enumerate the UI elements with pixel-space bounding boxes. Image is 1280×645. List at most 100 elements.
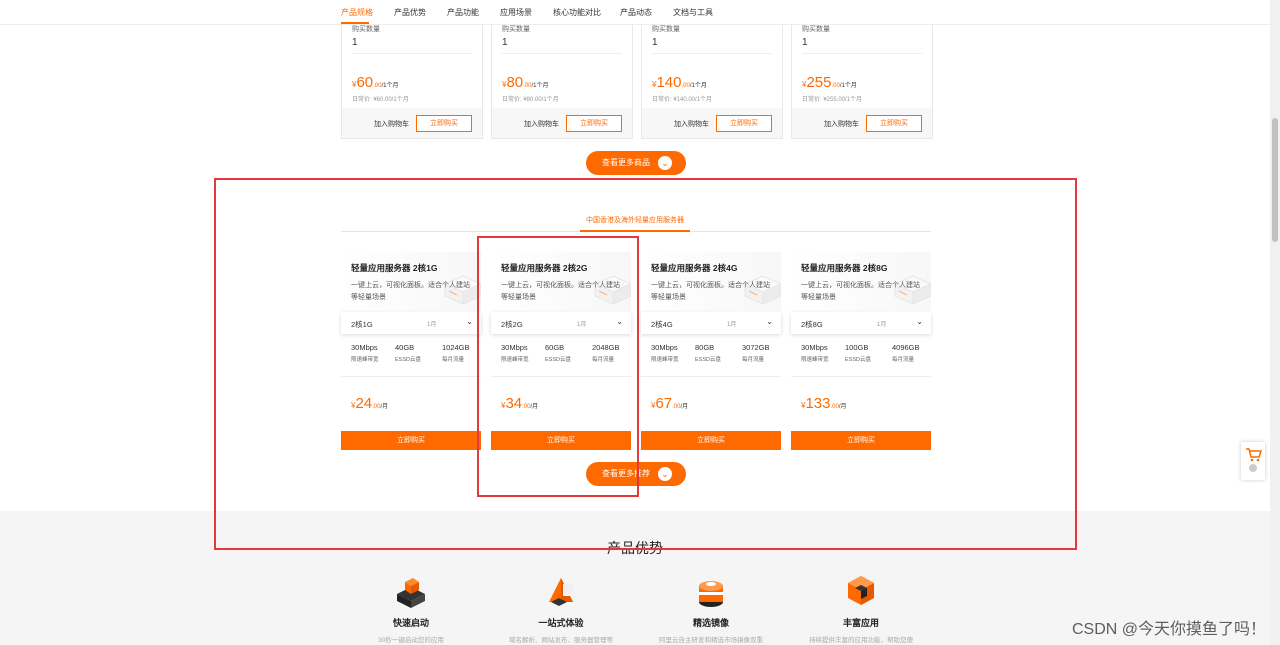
card-footer: 加入购物车 立即购买 [342, 108, 482, 138]
price-unit: /月 [838, 404, 847, 410]
price-value: 140 [656, 74, 682, 91]
add-to-cart-link[interactable]: 加入购物车 [674, 119, 709, 129]
advantage-title: 一站式体验 [538, 618, 584, 628]
tab-specs[interactable]: 产品规格 [341, 7, 373, 18]
tab-features[interactable]: 产品功能 [447, 7, 479, 18]
plan-description: 一键上云，可视化面板。适合个人建站等轻量场景 [801, 282, 920, 301]
scrollbar-track[interactable] [1270, 0, 1280, 645]
advantage-title: 快速启动 [392, 618, 429, 628]
spec-value: 30Mbps [351, 343, 378, 352]
buy-now-button[interactable]: 立即购买 [716, 115, 772, 132]
buy-now-button[interactable]: 立即购买 [491, 431, 631, 450]
original-price: 日常价: ¥140.00/1个月 [652, 97, 713, 103]
buy-now-button[interactable]: 立即购买 [416, 115, 472, 132]
config-value: 2核2G [501, 320, 523, 329]
config-value: 2核8G [801, 320, 823, 329]
chevron-down-icon: ⌄ [658, 156, 672, 170]
floating-cart[interactable] [1241, 442, 1265, 480]
buy-now-button[interactable]: 立即购买 [641, 431, 781, 450]
price-unit: /月 [680, 404, 689, 410]
tab-docs[interactable]: 文档与工具 [673, 7, 713, 18]
card-footer: 加入购物车 立即购买 [492, 108, 632, 138]
buy-now-button[interactable]: 立即购买 [566, 115, 622, 132]
add-to-cart-link[interactable]: 加入购物车 [374, 119, 409, 129]
divider [641, 376, 781, 377]
config-select[interactable]: 2核4G 1月 ⌄ [641, 312, 781, 334]
buy-now-button[interactable]: 立即购买 [791, 431, 931, 450]
price: ¥67.00/月 [651, 395, 688, 413]
spec-label: 限速峰带宽 [651, 357, 679, 363]
tab-advantages[interactable]: 产品优势 [394, 7, 426, 18]
spec-bandwidth: 30Mbps 限速峰带宽 [801, 343, 829, 363]
price: ¥24.00/月 [351, 395, 388, 413]
quantity-input[interactable]: 1 [502, 37, 508, 48]
advantage-item: 一站式体验 域名解析、网站发布、服务器管理等 [486, 572, 636, 644]
price-unit: /1个月 [689, 83, 707, 89]
period-value: 1月 [877, 322, 887, 328]
image-disk-icon [691, 572, 731, 612]
spec-label: ESSD云盘 [395, 357, 421, 363]
add-to-cart-link[interactable]: 加入购物车 [524, 119, 559, 129]
quantity-input[interactable]: 1 [352, 37, 358, 48]
spec-traffic: 4096GB 每月流量 [892, 343, 920, 363]
spec-label: 限速峰带宽 [501, 357, 529, 363]
add-to-cart-link[interactable]: 加入购物车 [824, 119, 859, 129]
original-price: 日常价: ¥255.00/1个月 [802, 97, 863, 103]
config-value: 2核4G [651, 320, 673, 329]
card-footer: 加入购物车 立即购买 [792, 108, 932, 138]
divider [502, 53, 622, 54]
spec-value: 100GB [845, 343, 869, 352]
view-more-products-button[interactable]: 查看更多商品 ⌄ [586, 151, 686, 175]
price-unit: /1个月 [531, 83, 549, 89]
price-value: 67 [655, 395, 673, 412]
rocket-cube-icon [391, 572, 431, 612]
price: ¥140.00/1个月 [652, 74, 707, 92]
buy-now-button[interactable]: 立即购买 [341, 431, 481, 450]
tab-scenarios[interactable]: 应用场景 [500, 7, 532, 18]
price-value: 255 [806, 74, 832, 91]
tab-comparison[interactable]: 核心功能对比 [553, 7, 601, 18]
config-value: 2核1G [351, 320, 373, 329]
config-select[interactable]: 2核8G 1月 ⌄ [791, 312, 931, 334]
plan-title: 轻量应用服务器 2核2G [501, 263, 588, 273]
region-tab[interactable]: 中国香港及海外轻量应用服务器 [580, 215, 690, 225]
quantity-label: 购买数量 [502, 26, 530, 33]
spec-label: 限速峰带宽 [351, 357, 379, 363]
price-value: 133 [805, 395, 831, 412]
price-value: 60 [356, 74, 374, 91]
scrollbar-thumb[interactable] [1272, 118, 1278, 242]
quantity-input[interactable]: 1 [652, 37, 658, 48]
divider [802, 53, 922, 54]
buy-now-button[interactable]: 立即购买 [866, 115, 922, 132]
spec-value: 40GB [395, 343, 415, 352]
plan-description: 一键上云，可视化面板。适合个人建站等轻量场景 [651, 282, 770, 301]
spec-disk: 40GB ESSD云盘 [395, 343, 421, 363]
advantage-title: 丰富应用 [842, 618, 879, 628]
chevron-down-icon: ⌄ [766, 317, 773, 326]
price-unit: /月 [380, 404, 389, 410]
config-select[interactable]: 2核2G 1月 ⌄ [491, 312, 631, 334]
spec-value: 4096GB [892, 343, 920, 352]
spec-label: 每月流量 [742, 357, 765, 363]
server-plan-card: 轻量应用服务器 2核8G 一键上云，可视化面板。适合个人建站等轻量场景 2核8G… [791, 252, 931, 450]
spec-value: 2048GB [592, 343, 620, 352]
plan-title: 轻量应用服务器 2核4G [651, 263, 738, 273]
price-unit: /1个月 [839, 83, 857, 89]
spec-bandwidth: 30Mbps 限速峰带宽 [651, 343, 679, 363]
spec-bandwidth: 30Mbps 限速峰带宽 [501, 343, 529, 363]
view-more-recommend-button[interactable]: 查看更多推荐 ⌄ [586, 462, 686, 486]
quantity-label: 购买数量 [352, 26, 380, 33]
spec-value: 60GB [545, 343, 565, 352]
price: ¥255.00/1个月 [802, 74, 857, 92]
advantage-item: 精选镜像 阿里云自主研发和精选市场镜像双重 [636, 572, 786, 644]
advantage-title: 精选镜像 [692, 618, 729, 628]
chevron-down-icon: ⌄ [616, 317, 623, 326]
cart-icon [1246, 448, 1263, 472]
period-value: 1月 [577, 322, 587, 328]
quantity-input[interactable]: 1 [802, 37, 808, 48]
one-stop-icon [541, 572, 581, 612]
spec-disk: 80GB ESSD云盘 [695, 343, 721, 363]
config-select[interactable]: 2核1G 1月 ⌄ [341, 312, 481, 334]
price-decimal: .00 [681, 83, 690, 89]
tab-news[interactable]: 产品动态 [620, 7, 652, 18]
